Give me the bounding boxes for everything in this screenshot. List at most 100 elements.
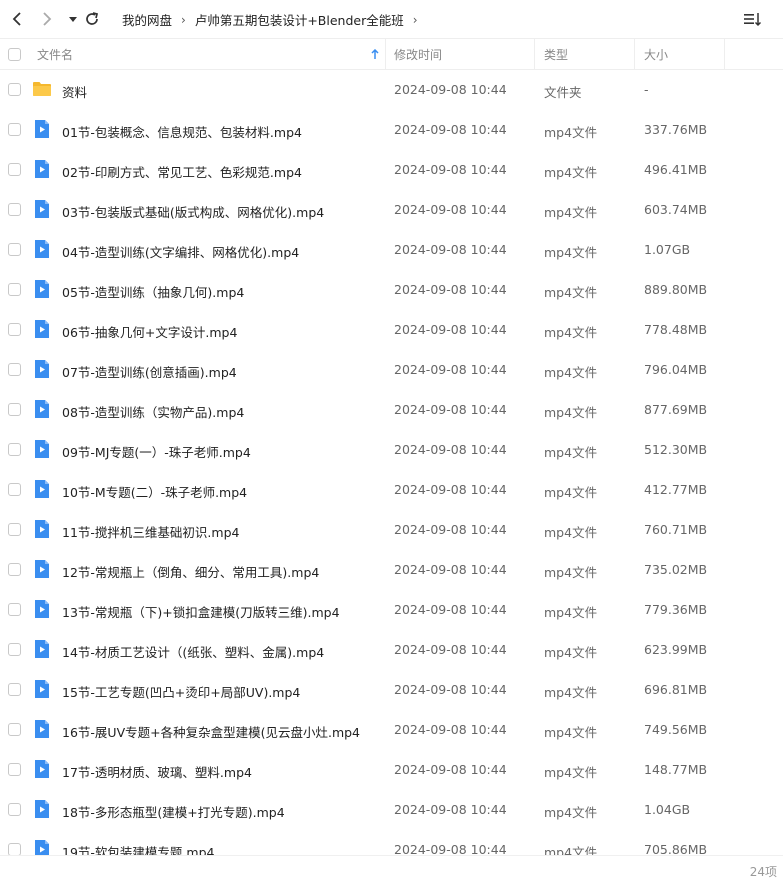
video-file-icon — [32, 719, 52, 739]
row-checkbox[interactable] — [8, 123, 21, 136]
row-checkbox[interactable] — [8, 163, 21, 176]
row-checkbox[interactable] — [8, 763, 21, 776]
file-name[interactable]: 10节-M专题(二）-珠子老师.mp4 — [62, 482, 247, 501]
select-all-checkbox[interactable] — [8, 48, 21, 61]
row-checkbox[interactable] — [8, 723, 21, 736]
refresh-button[interactable] — [81, 8, 103, 30]
file-name[interactable]: 09节-MJ专题(一）-珠子老师.mp4 — [62, 442, 251, 461]
file-type: mp4文件 — [544, 525, 598, 540]
column-size[interactable]: 大小 — [644, 39, 724, 70]
chevron-right-icon: › — [412, 12, 418, 27]
file-type: mp4文件 — [544, 125, 598, 140]
breadcrumb-item-current[interactable]: 卢帅第五期包装设计+Blender全能班 — [195, 10, 404, 29]
file-name[interactable]: 17节-透明材质、玻璃、塑料.mp4 — [62, 762, 252, 781]
file-type: mp4文件 — [544, 285, 598, 300]
file-row[interactable]: 资料 2024-09-08 10:44 文件夹 - — [0, 70, 783, 110]
chevron-right-icon — [43, 12, 52, 26]
file-name[interactable]: 资料 — [62, 82, 87, 101]
file-row[interactable]: 14节-材质工艺设计（(纸张、塑料、金属).mp4 2024-09-08 10:4… — [0, 630, 783, 670]
file-modified-time: 2024-09-08 10:44 — [394, 442, 507, 457]
row-checkbox[interactable] — [8, 203, 21, 216]
file-row[interactable]: 18节-多形态瓶型(建模+打光专题).mp4 2024-09-08 10:44 mp… — [0, 790, 783, 830]
file-type: mp4文件 — [544, 565, 598, 580]
row-checkbox[interactable] — [8, 283, 21, 296]
row-checkbox[interactable] — [8, 443, 21, 456]
file-name[interactable]: 11节-搅拌机三维基础初识.mp4 — [62, 522, 239, 541]
forward-button[interactable] — [36, 8, 58, 30]
file-modified-time: 2024-09-08 10:44 — [394, 242, 507, 257]
file-size: 1.07GB — [644, 242, 691, 257]
file-name[interactable]: 15节-工艺专题(凹凸+烫印+局部UV).mp4 — [62, 682, 300, 701]
column-divider[interactable] — [634, 39, 635, 70]
file-name[interactable]: 16节-展UV专题+各种复杂盒型建模(见云盘小灶.mp4 — [62, 722, 360, 741]
file-row[interactable]: 11节-搅拌机三维基础初识.mp4 2024-09-08 10:44 mp4文件 76… — [0, 510, 783, 550]
file-name[interactable]: 08节-造型训练（实物产品).mp4 — [62, 402, 244, 421]
file-name[interactable]: 18节-多形态瓶型(建模+打光专题).mp4 — [62, 802, 285, 821]
sort-options-button[interactable] — [741, 9, 765, 29]
file-name[interactable]: 01节-包装概念、信息规范、包装材料.mp4 — [62, 122, 302, 141]
file-row[interactable]: 19节-软包装建模专题.mp4 2024-09-08 10:44 mp4文件 705.… — [0, 830, 783, 855]
file-row[interactable]: 02节-印刷方式、常见工艺、色彩规范.mp4 2024-09-08 10:44 mp… — [0, 150, 783, 190]
file-row[interactable]: 05节-造型训练（抽象几何).mp4 2024-09-08 10:44 mp4文件 8… — [0, 270, 783, 310]
file-row[interactable]: 15节-工艺专题(凹凸+烫印+局部UV).mp4 2024-09-08 10:44… — [0, 670, 783, 710]
file-name[interactable]: 03节-包装版式基础(版式构成、网格优化).mp4 — [62, 202, 324, 221]
file-name[interactable]: 07节-造型训练(创意插画).mp4 — [62, 362, 237, 381]
file-row[interactable]: 07节-造型训练(创意插画).mp4 2024-09-08 10:44 mp4文件 7… — [0, 350, 783, 390]
file-name[interactable]: 04节-造型训练(文字编排、网格优化).mp4 — [62, 242, 299, 261]
file-name[interactable]: 06节-抽象几何+文字设计.mp4 — [62, 322, 237, 341]
file-row[interactable]: 16节-展UV专题+各种复杂盒型建模(见云盘小灶.mp4 2024-09-08 1… — [0, 710, 783, 750]
item-count: 24项 — [749, 865, 777, 879]
column-name[interactable]: 文件名 — [37, 39, 385, 70]
video-file-icon — [32, 319, 52, 339]
file-row[interactable]: 12节-常规瓶上（倒角、细分、常用工具).mp4 2024-09-08 10:44… — [0, 550, 783, 590]
file-row[interactable]: 04节-造型训练(文字编排、网格优化).mp4 2024-09-08 10:44 m… — [0, 230, 783, 270]
row-checkbox[interactable] — [8, 683, 21, 696]
column-divider[interactable] — [534, 39, 535, 70]
row-checkbox[interactable] — [8, 403, 21, 416]
row-checkbox[interactable] — [8, 603, 21, 616]
row-checkbox[interactable] — [8, 563, 21, 576]
row-checkbox[interactable] — [8, 643, 21, 656]
row-checkbox[interactable] — [8, 523, 21, 536]
video-file-icon — [32, 559, 52, 579]
column-type[interactable]: 类型 — [544, 39, 634, 70]
file-modified-time: 2024-09-08 10:44 — [394, 402, 507, 417]
file-row[interactable]: 17节-透明材质、玻璃、塑料.mp4 2024-09-08 10:44 mp4文件 1… — [0, 750, 783, 790]
row-checkbox[interactable] — [8, 363, 21, 376]
row-checkbox[interactable] — [8, 483, 21, 496]
row-checkbox[interactable] — [8, 323, 21, 336]
video-file-icon — [32, 479, 52, 499]
video-file-icon — [32, 239, 52, 259]
file-size: 623.99MB — [644, 642, 708, 657]
file-size: 877.69MB — [644, 402, 708, 417]
column-divider[interactable] — [724, 39, 725, 70]
row-checkbox[interactable] — [8, 843, 21, 855]
file-row[interactable]: 10节-M专题(二）-珠子老师.mp4 2024-09-08 10:44 mp4文件… — [0, 470, 783, 510]
file-type: mp4文件 — [544, 845, 598, 855]
file-name[interactable]: 02节-印刷方式、常见工艺、色彩规范.mp4 — [62, 162, 302, 181]
row-checkbox[interactable] — [8, 243, 21, 256]
file-name[interactable]: 05节-造型训练（抽象几何).mp4 — [62, 282, 244, 301]
breadcrumb-item-root[interactable]: 我的网盘 — [122, 10, 172, 29]
file-row[interactable]: 13节-常规瓶（下)+锁扣盒建模(刀版转三维).mp4 2024-09-08 10… — [0, 590, 783, 630]
file-type: mp4文件 — [544, 485, 598, 500]
file-row[interactable]: 03节-包装版式基础(版式构成、网格优化).mp4 2024-09-08 10:4… — [0, 190, 783, 230]
file-name[interactable]: 14节-材质工艺设计（(纸张、塑料、金属).mp4 — [62, 642, 324, 661]
file-size: 778.48MB — [644, 322, 708, 337]
file-name[interactable]: 19节-软包装建模专题.mp4 — [62, 842, 214, 855]
file-type: mp4文件 — [544, 205, 598, 220]
file-name[interactable]: 13节-常规瓶（下)+锁扣盒建模(刀版转三维).mp4 — [62, 602, 340, 621]
column-modified[interactable]: 修改时间 — [394, 39, 534, 70]
file-row[interactable]: 08节-造型训练（实物产品).mp4 2024-09-08 10:44 mp4文件 8… — [0, 390, 783, 430]
file-name[interactable]: 12节-常规瓶上（倒角、细分、常用工具).mp4 — [62, 562, 319, 581]
file-type: mp4文件 — [544, 645, 598, 660]
row-checkbox[interactable] — [8, 803, 21, 816]
back-button[interactable] — [6, 8, 28, 30]
file-row[interactable]: 01节-包装概念、信息规范、包装材料.mp4 2024-09-08 10:44 mp… — [0, 110, 783, 150]
column-divider[interactable] — [385, 39, 386, 70]
video-file-icon — [32, 399, 52, 419]
file-row[interactable]: 06节-抽象几何+文字设计.mp4 2024-09-08 10:44 mp4文件 77… — [0, 310, 783, 350]
row-checkbox[interactable] — [8, 83, 21, 96]
file-size: 749.56MB — [644, 722, 708, 737]
file-row[interactable]: 09节-MJ专题(一）-珠子老师.mp4 2024-09-08 10:44 mp4文… — [0, 430, 783, 470]
